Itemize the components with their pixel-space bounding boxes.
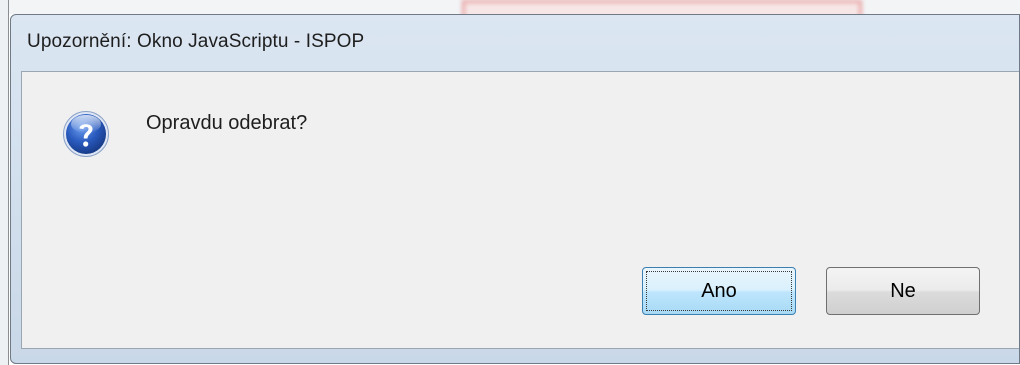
background-page-edge [0,0,9,365]
alert-dialog: Upozornění: Okno JavaScriptu - ISPOP Opr… [10,14,1020,364]
dialog-message: Opravdu odebrat? [146,112,308,134]
no-button[interactable]: Ne [826,267,980,315]
yes-button-label: Ano [701,279,737,302]
dialog-title-bar[interactable]: Upozornění: Okno JavaScriptu - ISPOP [11,15,1019,71]
yes-button[interactable]: Ano [642,267,796,315]
dialog-body: Opravdu odebrat? Ano Ne [21,71,1019,349]
no-button-label: Ne [890,279,916,302]
question-icon [63,111,109,157]
dialog-title: Upozornění: Okno JavaScriptu - ISPOP [27,31,365,52]
